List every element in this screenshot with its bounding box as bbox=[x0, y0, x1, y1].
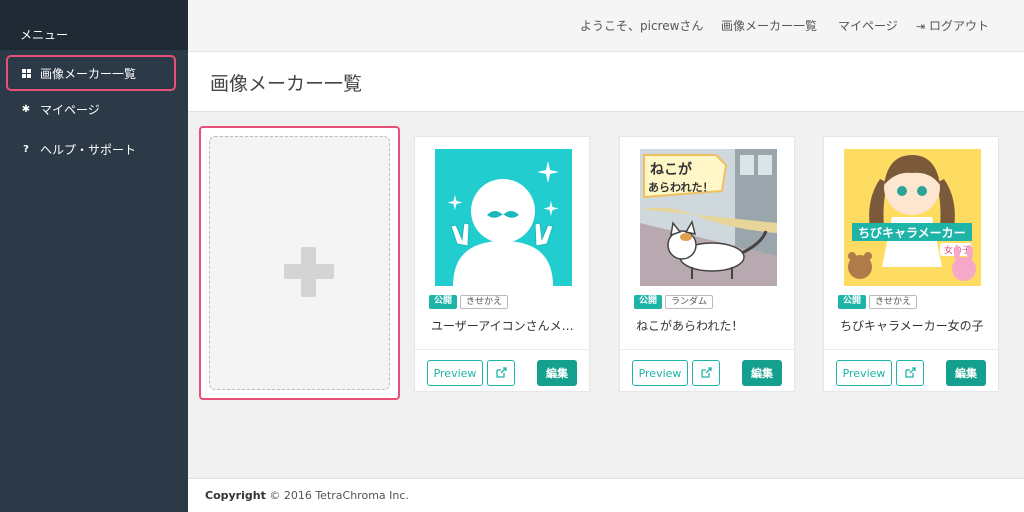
maker-thumbnail[interactable]: ねこが あらわれた！ bbox=[640, 149, 777, 286]
preview-button[interactable]: Preview bbox=[427, 360, 483, 386]
page-title-bar: 画像メーカー一覧 bbox=[188, 52, 1024, 112]
page-title: 画像メーカー一覧 bbox=[210, 73, 363, 95]
grid-icon bbox=[20, 68, 32, 78]
edit-button[interactable]: 編集 bbox=[946, 360, 986, 386]
maker-card: ちびキャラメーカー 女の子 公開 きせかえ ちびキャラメーカー女の子 Previ… bbox=[823, 136, 999, 392]
add-maker-card[interactable] bbox=[199, 126, 400, 400]
maker-thumbnail[interactable]: ちびキャラメーカー 女の子 bbox=[844, 149, 981, 286]
type-badge: ランダム bbox=[665, 295, 714, 309]
logout-link[interactable]: ⇥ ログアウト bbox=[916, 17, 989, 34]
sidebar-item-label: 画像メーカー一覧 bbox=[40, 66, 137, 81]
edit-button[interactable]: 編集 bbox=[537, 360, 577, 386]
type-badge: きせかえ bbox=[869, 295, 918, 309]
top-bar: ようこそ、picrewさん 画像メーカー一覧 マイページ ⇥ ログアウト bbox=[188, 0, 1024, 52]
thumbnail-title-line-2: あらわれた！ bbox=[648, 181, 713, 194]
card-footer: Preview 編集 bbox=[415, 349, 589, 391]
card-footer: Preview 編集 bbox=[620, 349, 794, 391]
gear-icon: ✱ bbox=[21, 103, 31, 115]
sidebar: メニュー 画像メーカー一覧 ✱ マイページ ? ヘルプ・サポート bbox=[0, 0, 188, 512]
copyright-label: Copyright bbox=[205, 489, 266, 502]
preview-button[interactable]: Preview bbox=[836, 360, 892, 386]
edit-button[interactable]: 編集 bbox=[742, 360, 782, 386]
logout-label: ログアウト bbox=[929, 19, 990, 33]
status-badge: 公開 bbox=[429, 295, 458, 309]
copyright-text: © 2016 TetraChroma Inc. bbox=[269, 489, 409, 502]
sidebar-item-label: マイページ bbox=[40, 102, 100, 117]
maker-card: ねこが あらわれた！ 公開 ランダム ねこがあらわれた！ Preview 編集 bbox=[619, 136, 795, 392]
maker-name[interactable]: ユーザーアイコンさんメ… bbox=[431, 317, 581, 334]
logout-icon: ⇥ bbox=[916, 20, 926, 33]
thumbnail-title: ちびキャラメーカー bbox=[858, 225, 966, 240]
maker-thumbnail[interactable] bbox=[435, 149, 572, 286]
external-link-icon bbox=[496, 367, 507, 378]
open-external-button[interactable] bbox=[487, 360, 515, 386]
external-link-icon bbox=[701, 367, 712, 378]
type-badge: きせかえ bbox=[460, 295, 509, 309]
open-external-button[interactable] bbox=[692, 360, 720, 386]
thumbnail-title-line-1: ねこが bbox=[650, 161, 693, 178]
sidebar-item-label: ヘルプ・サポート bbox=[40, 142, 137, 157]
preview-button[interactable]: Preview bbox=[632, 360, 688, 386]
sidebar-menu-header: メニュー bbox=[0, 20, 188, 50]
sidebar-top-strip bbox=[0, 0, 188, 20]
status-badge: 公開 bbox=[838, 295, 867, 309]
plus-icon-vertical bbox=[301, 247, 316, 297]
sidebar-item-help[interactable]: ? ヘルプ・サポート bbox=[6, 131, 176, 167]
maker-name[interactable]: ちびキャラメーカー女の子 bbox=[840, 317, 990, 334]
maker-name[interactable]: ねこがあらわれた！ bbox=[636, 317, 786, 334]
add-maker-dropzone[interactable] bbox=[209, 136, 390, 390]
sidebar-item-maker-list[interactable]: 画像メーカー一覧 bbox=[6, 55, 176, 91]
question-icon: ? bbox=[23, 143, 29, 155]
welcome-text: ようこそ、picrewさん bbox=[580, 19, 704, 33]
maker-card: 公開 きせかえ ユーザーアイコンさんメ… Preview 編集 bbox=[414, 136, 590, 392]
open-external-button[interactable] bbox=[896, 360, 924, 386]
footer: Copyright © 2016 TetraChroma Inc. bbox=[188, 478, 1024, 512]
nav-link-maker-list[interactable]: 画像メーカー一覧 bbox=[721, 17, 817, 34]
status-badge: 公開 bbox=[634, 295, 663, 309]
nav-link-mypage[interactable]: マイページ bbox=[838, 17, 898, 34]
sidebar-item-mypage[interactable]: ✱ マイページ bbox=[6, 91, 176, 127]
card-footer: Preview 編集 bbox=[824, 349, 998, 391]
external-link-icon bbox=[905, 367, 916, 378]
